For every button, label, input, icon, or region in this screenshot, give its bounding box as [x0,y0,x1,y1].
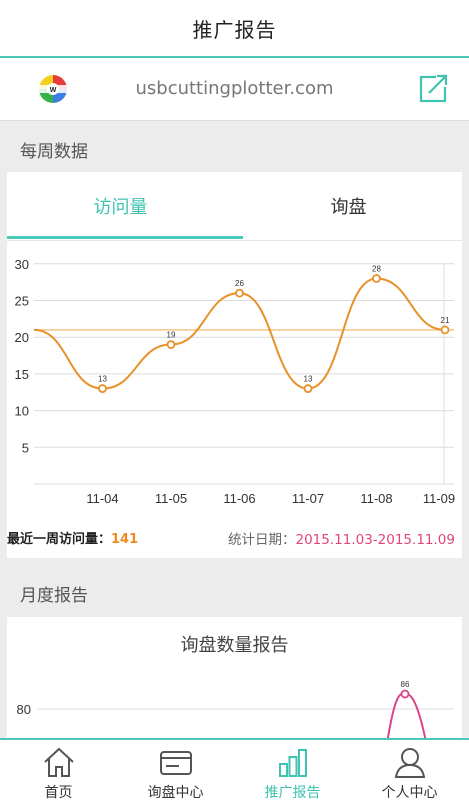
stat-date: 统计日期：2015.11.03-2015.11.09 [228,528,455,548]
app-header: 推广报告 [0,0,469,58]
weekly-visits-label: 最近一周访问量： [7,532,112,547]
home-icon [44,747,74,777]
y-tick-label: 25 [15,294,29,309]
x-tick-label: 11-06 [223,491,255,506]
x-tick-label: 11-05 [155,491,187,506]
data-label: 86 [401,680,410,689]
data-point [372,274,381,283]
y-tick-label: 30 [15,257,29,272]
data-label: 13 [98,375,107,384]
monthly-card-title: 询盘数量报告 [180,635,289,656]
share-external-icon[interactable] [418,72,450,104]
y-tick-label: 15 [15,367,29,382]
nav-promotion-report[interactable]: 推广报告 [234,740,351,802]
x-tick-label: 11-08 [360,491,392,506]
nav-personal-center-label: 个人中心 [381,785,438,801]
y-tick-label: 20 [15,330,29,345]
y-tick-label: 10 [15,404,29,419]
weekly-visits-summary: 最近一周访问量：141 [7,528,138,547]
tab-bar: 访问量 询盘 [7,172,462,241]
data-point [235,288,244,298]
site-url[interactable]: usbcuttingplotter.com [0,78,469,99]
data-point [400,689,410,699]
stat-date-label: 统计日期： [228,532,296,548]
data-point [440,325,450,335]
data-label: 19 [167,331,176,340]
nav-personal-center[interactable]: 个人中心 [351,740,468,802]
data-point [166,340,176,349]
nav-promotion-report-label: 推广报告 [264,785,321,801]
monthly-section-title: 月度报告 [20,586,88,606]
person-icon [394,748,426,778]
tab-visits[interactable]: 访问量 [7,172,234,240]
data-label: 26 [235,279,244,288]
data-label: 21 [441,316,450,325]
nav-inquiry-center-label: 询盘中心 [147,785,204,801]
bar-chart-icon [279,749,307,777]
bottom-nav: 首页 询盘中心 推广报告 个人中心 [0,738,469,802]
weekly-section-title: 每周数据 [20,142,88,162]
weekly-card: 访问量 询盘 5 10 15 20 25 30 11-04 11-05 11-06 11-07 11… [7,172,462,558]
stat-date-range: 2015.11.03-2015.11.09 [295,532,455,548]
x-tick-label: 11-09 [423,491,455,506]
data-label: 13 [304,375,313,384]
site-bar: W usbcuttingplotter.com [0,58,469,121]
x-tick-label: 11-07 [292,491,324,506]
tab-inquiries[interactable]: 询盘 [235,172,462,240]
monthly-card: 80 86 询盘数量报告 [7,617,462,747]
data-point [98,384,107,393]
data-point [303,384,313,393]
inquiry-card-icon [160,751,192,775]
weekly-visits-value: 141 [111,532,139,547]
y-tick-label: 5 [22,440,29,455]
nav-home-label: 首页 [44,785,73,801]
tab-indicator [7,236,243,239]
nav-home[interactable]: 首页 [0,740,117,802]
nav-inquiry-center[interactable]: 询盘中心 [117,740,234,802]
data-label: 28 [372,264,381,273]
y-tick-label: 80 [17,702,31,717]
page-title: 推广报告 [192,17,277,42]
x-tick-label: 11-04 [86,491,118,506]
